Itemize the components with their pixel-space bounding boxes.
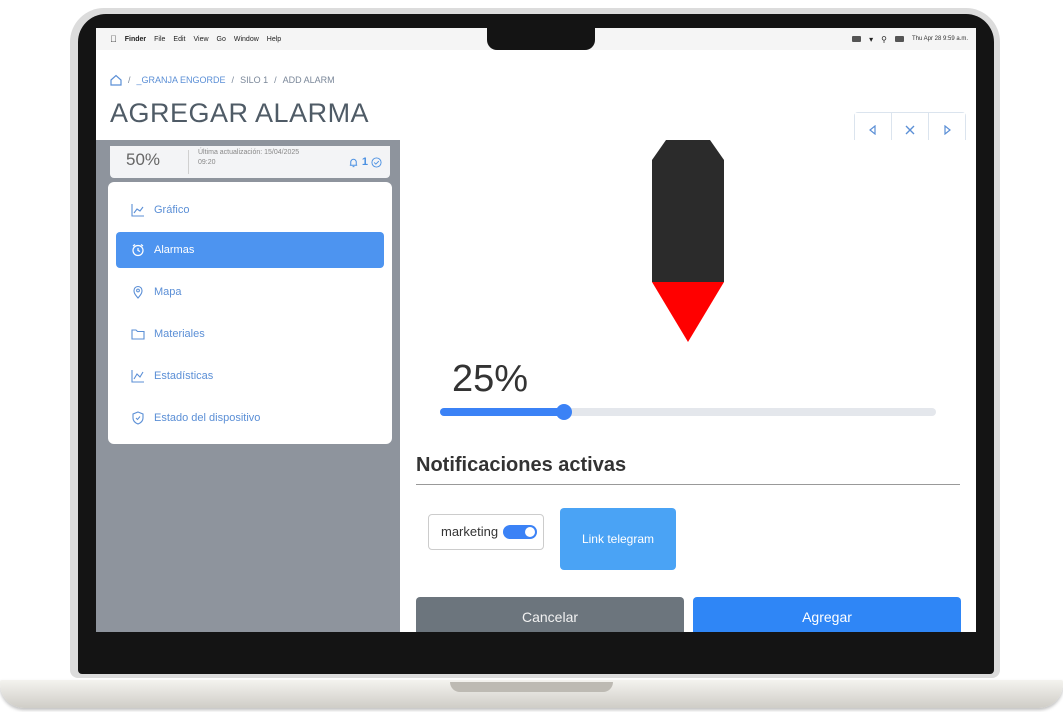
toggle-knob bbox=[525, 527, 535, 537]
section-divider bbox=[416, 484, 960, 485]
silo-level-graphic bbox=[652, 140, 724, 342]
notification-channel-label: marketing bbox=[441, 524, 499, 539]
menu-bar-status: ▾ ⚲ Thu Apr 28 9:59 a.m. bbox=[852, 28, 968, 50]
bell-icon bbox=[349, 158, 358, 167]
alerts-count: 1 bbox=[361, 156, 368, 168]
sidebar-item-label: Mapa bbox=[154, 286, 182, 298]
control-center-icon[interactable] bbox=[894, 36, 904, 42]
sidebar: 50% Última actualización: 15/04/2025 09:… bbox=[96, 140, 400, 632]
breadcrumb-current: ADD ALARM bbox=[282, 75, 335, 85]
menu-file[interactable]: File bbox=[154, 36, 165, 43]
chart-area-icon bbox=[130, 368, 146, 384]
link-telegram-button[interactable]: Link telegram bbox=[560, 508, 676, 570]
wifi-icon[interactable]: ▾ bbox=[869, 35, 873, 44]
sidebar-item-label: Estado del dispositivo bbox=[154, 412, 261, 424]
menu-go[interactable]: Go bbox=[217, 36, 226, 43]
menu-clock[interactable]: Thu Apr 28 9:59 a.m. bbox=[912, 36, 968, 42]
breadcrumb-separator: / bbox=[274, 75, 277, 85]
last-update-text: Última actualización: 15/04/2025 09:20 bbox=[198, 149, 300, 166]
status-divider bbox=[188, 150, 189, 174]
silo-status-card: 50% Última actualización: 15/04/2025 09:… bbox=[110, 146, 390, 178]
page-title: AGREGAR ALARMA bbox=[110, 98, 370, 128]
slider-thumb[interactable] bbox=[556, 404, 572, 420]
menu-window[interactable]: Window bbox=[234, 36, 259, 43]
sidebar-item-label: Gráfico bbox=[154, 204, 190, 216]
menu-edit[interactable]: Edit bbox=[173, 36, 185, 43]
alarm-clock-icon bbox=[130, 242, 146, 258]
notification-channel: marketing bbox=[428, 514, 544, 550]
screen:  Finder File Edit View Go Window Help ▾… bbox=[96, 28, 976, 632]
cancel-button[interactable]: Cancelar bbox=[416, 597, 684, 632]
alarm-form: 25% Notificaciones activas marketing Lin… bbox=[400, 140, 976, 632]
spotlight-icon[interactable]: ⚲ bbox=[881, 35, 887, 44]
laptop-hinge-notch bbox=[450, 682, 613, 692]
apple-icon[interactable]:  bbox=[110, 34, 117, 44]
breadcrumb-separator: / bbox=[231, 75, 235, 85]
breadcrumb-farm[interactable]: _GRANJA ENGORDE bbox=[137, 75, 226, 85]
shield-icon bbox=[130, 410, 146, 426]
add-button[interactable]: Agregar bbox=[693, 597, 961, 632]
breadcrumb-separator: / bbox=[128, 75, 131, 85]
sidebar-item-estadisticas[interactable]: Estadísticas bbox=[116, 358, 384, 394]
alerts-indicator[interactable]: 1 bbox=[348, 156, 382, 168]
sidebar-menu: Gráfico Alarmas Mapa Materiales Estadíst… bbox=[108, 182, 392, 444]
caret-right-icon bbox=[944, 125, 951, 135]
sidebar-item-label: Estadísticas bbox=[154, 370, 214, 382]
notifications-heading: Notificaciones activas bbox=[416, 454, 627, 476]
silo-alarm-level bbox=[652, 282, 724, 342]
home-icon[interactable] bbox=[110, 74, 122, 86]
chart-line-icon bbox=[130, 202, 146, 218]
sidebar-item-materiales[interactable]: Materiales bbox=[116, 316, 384, 352]
alarm-level-value: 25% bbox=[452, 358, 529, 400]
sidebar-item-label: Materiales bbox=[154, 328, 205, 340]
sidebar-item-label: Alarmas bbox=[154, 244, 195, 256]
menu-finder[interactable]: Finder bbox=[125, 36, 146, 43]
menu-help[interactable]: Help bbox=[267, 36, 281, 43]
breadcrumb: / _GRANJA ENGORDE / SILO 1 / ADD ALARM bbox=[110, 74, 335, 86]
check-circle-icon bbox=[371, 156, 382, 168]
sidebar-item-estado-dispositivo[interactable]: Estado del dispositivo bbox=[116, 400, 384, 436]
caret-left-icon bbox=[869, 125, 876, 135]
sidebar-item-grafico[interactable]: Gráfico bbox=[116, 192, 384, 228]
slider-fill bbox=[440, 408, 564, 416]
camera-notch bbox=[487, 28, 595, 50]
folder-icon bbox=[130, 326, 146, 342]
map-pin-icon bbox=[130, 284, 146, 300]
silo-fill-percent: 50% bbox=[126, 150, 161, 169]
silo-body bbox=[652, 140, 724, 282]
breadcrumb-silo[interactable]: SILO 1 bbox=[240, 75, 268, 85]
menu-view[interactable]: View bbox=[193, 36, 208, 43]
sidebar-item-alarmas[interactable]: Alarmas bbox=[116, 232, 384, 268]
battery-icon[interactable] bbox=[852, 36, 862, 42]
alarm-level-slider[interactable] bbox=[440, 404, 936, 420]
close-icon bbox=[905, 125, 915, 135]
notification-toggle[interactable] bbox=[503, 525, 537, 539]
sidebar-item-mapa[interactable]: Mapa bbox=[116, 274, 384, 310]
